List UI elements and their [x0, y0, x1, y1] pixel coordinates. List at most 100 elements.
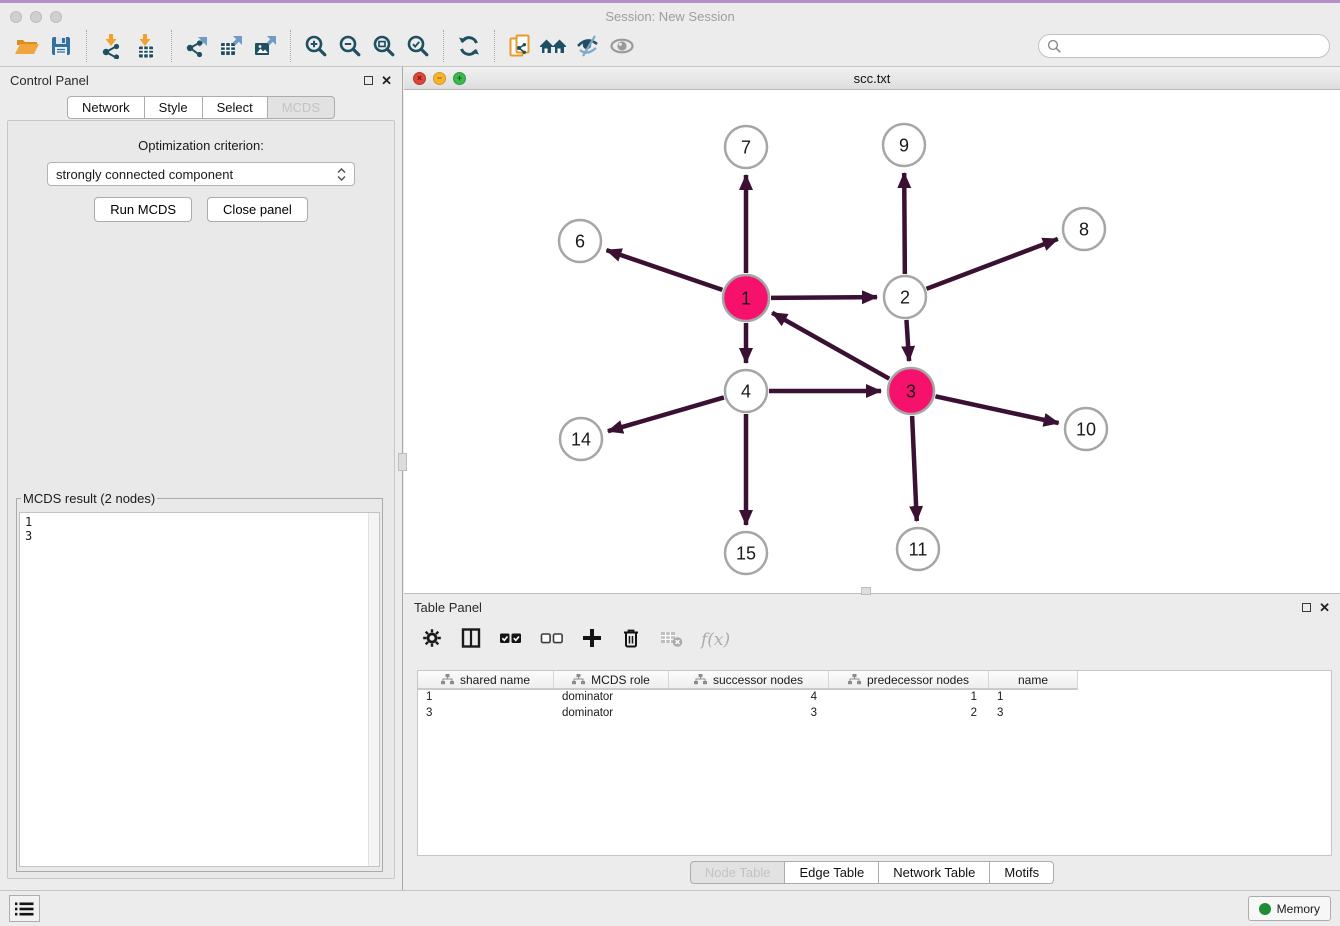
first-neighbors-icon[interactable]: [537, 30, 571, 62]
graph-edge-3-10[interactable]: [935, 396, 1058, 423]
toolbar-separator: [171, 30, 172, 62]
network-maximize-icon[interactable]: +: [453, 72, 466, 85]
close-panel-button[interactable]: Close panel: [207, 197, 308, 222]
memory-button[interactable]: Memory: [1248, 896, 1331, 921]
graph-edge-3-11[interactable]: [912, 416, 917, 521]
open-session-icon[interactable]: [10, 30, 44, 62]
app-title-bar: Session: New Session: [0, 0, 1340, 26]
network-copy-icon[interactable]: [503, 30, 537, 62]
graph-edge-3-1[interactable]: [772, 313, 889, 379]
graph-node-1[interactable]: 1: [723, 275, 769, 321]
column-header-shared-name[interactable]: shared name: [418, 671, 554, 690]
export-image-icon[interactable]: [248, 30, 282, 62]
svg-text:11: 11: [909, 539, 928, 559]
network-canvas[interactable]: 7 9 6 8 1 2 4 3 14 10 15 11: [404, 90, 1340, 593]
tab-edge-table[interactable]: Edge Table: [784, 861, 879, 884]
graph-edge-1-6[interactable]: [606, 250, 722, 290]
splitter-grip-vertical[interactable]: [398, 453, 407, 471]
graph-edge-2-3[interactable]: [906, 320, 909, 361]
criterion-select[interactable]: strongly connected component: [47, 162, 355, 186]
table-row[interactable]: 1 dominator 4 1 1: [418, 690, 1331, 706]
tab-style[interactable]: Style: [144, 96, 203, 119]
zoom-fit-icon[interactable]: [367, 30, 401, 62]
tab-node-table[interactable]: Node Table: [690, 861, 786, 884]
network-window-titlebar[interactable]: × − + scc.txt: [404, 67, 1340, 90]
tab-mcds[interactable]: MCDS: [267, 96, 335, 119]
graph-node-7[interactable]: 7: [725, 126, 767, 168]
add-icon[interactable]: [581, 627, 603, 654]
graph-node-2[interactable]: 2: [884, 276, 926, 318]
select-all-icon[interactable]: [499, 627, 523, 654]
column-header-successor-nodes[interactable]: successor nodes: [669, 671, 829, 690]
graph-edge-1-2[interactable]: [771, 297, 877, 298]
graph-node-15[interactable]: 15: [725, 532, 767, 574]
network-minimize-icon[interactable]: −: [433, 72, 446, 85]
float-panel-icon[interactable]: [364, 76, 373, 85]
table-panel: Table Panel ✕ f(x) sha: [404, 593, 1340, 890]
float-panel-icon[interactable]: [1302, 603, 1311, 612]
graph-node-9[interactable]: 9: [883, 124, 925, 166]
column-header-predecessor-nodes[interactable]: predecessor nodes: [829, 671, 989, 690]
search-box[interactable]: [1038, 34, 1330, 58]
network-close-icon[interactable]: ×: [413, 72, 426, 85]
control-panel-tabs: Network Style Select MCDS: [0, 96, 402, 119]
settings-gear-icon[interactable]: [421, 627, 443, 654]
graph-edge-2-9[interactable]: [904, 173, 905, 274]
status-bar: Memory: [0, 890, 1340, 926]
graph-edge-4-14[interactable]: [608, 397, 724, 431]
graph-edge-2-8[interactable]: [927, 239, 1058, 289]
splitter-grip-horizontal[interactable]: [861, 587, 871, 595]
network-window-title: scc.txt: [404, 71, 1340, 86]
graph-node-14[interactable]: 14: [560, 418, 602, 460]
zoom-out-icon[interactable]: [333, 30, 367, 62]
criterion-value: strongly connected component: [56, 167, 337, 182]
task-history-button[interactable]: [9, 895, 40, 922]
zoom-selected-icon[interactable]: [401, 30, 435, 62]
result-scrollbar[interactable]: [368, 513, 379, 866]
close-panel-icon[interactable]: ✕: [1319, 601, 1330, 614]
column-header-mcds-role[interactable]: MCDS role: [554, 671, 669, 690]
hierarchy-icon: [441, 674, 454, 685]
export-table-icon[interactable]: [214, 30, 248, 62]
column-header-name[interactable]: name: [989, 671, 1078, 690]
zoom-in-icon[interactable]: [299, 30, 333, 62]
show-all-icon[interactable]: [605, 30, 639, 62]
column-icon[interactable]: [460, 627, 482, 654]
hierarchy-icon: [848, 674, 861, 685]
graph-node-3[interactable]: 3: [888, 368, 934, 414]
save-session-icon[interactable]: [44, 30, 78, 62]
graph-node-6[interactable]: 6: [559, 220, 601, 262]
svg-text:8: 8: [1079, 219, 1089, 239]
table-row[interactable]: 3 dominator 3 2 3: [418, 706, 1331, 722]
run-mcds-button[interactable]: Run MCDS: [94, 197, 192, 222]
toolbar-separator: [290, 30, 291, 62]
import-table-icon[interactable]: [129, 30, 163, 62]
import-network-icon[interactable]: [95, 30, 129, 62]
hide-selected-icon[interactable]: [571, 30, 605, 62]
tab-select[interactable]: Select: [202, 96, 268, 119]
network-graph[interactable]: 7 9 6 8 1 2 4 3 14 10 15 11: [404, 90, 1340, 593]
tab-network-table[interactable]: Network Table: [878, 861, 990, 884]
refresh-icon[interactable]: [452, 30, 486, 62]
mcds-panel: Optimization criterion: strongly connect…: [7, 120, 395, 879]
graph-node-4[interactable]: 4: [725, 370, 767, 412]
tab-motifs[interactable]: Motifs: [989, 861, 1054, 884]
mcds-result-text: 1 3: [20, 513, 379, 545]
table-tabs: Node Table Edge Table Network Table Moti…: [404, 861, 1340, 884]
control-panel: Control Panel ✕ Network Style Select MCD…: [0, 67, 403, 890]
search-icon: [1047, 39, 1062, 54]
graph-node-8[interactable]: 8: [1063, 208, 1105, 250]
select-chevrons-icon: [337, 168, 346, 181]
close-panel-icon[interactable]: ✕: [381, 74, 392, 87]
network-window: × − + scc.txt 7 9 6 8 1 2 4 3 14 10 15 11: [404, 67, 1340, 593]
search-input[interactable]: [1066, 39, 1321, 53]
toolbar-separator: [86, 30, 87, 62]
mcds-result-box[interactable]: 1 3: [19, 512, 380, 867]
svg-text:2: 2: [900, 287, 910, 307]
tab-network[interactable]: Network: [67, 96, 145, 119]
export-network-icon[interactable]: [180, 30, 214, 62]
deselect-all-icon[interactable]: [540, 627, 564, 654]
graph-node-10[interactable]: 10: [1065, 408, 1107, 450]
graph-node-11[interactable]: 11: [897, 528, 939, 570]
delete-icon[interactable]: [620, 627, 642, 654]
